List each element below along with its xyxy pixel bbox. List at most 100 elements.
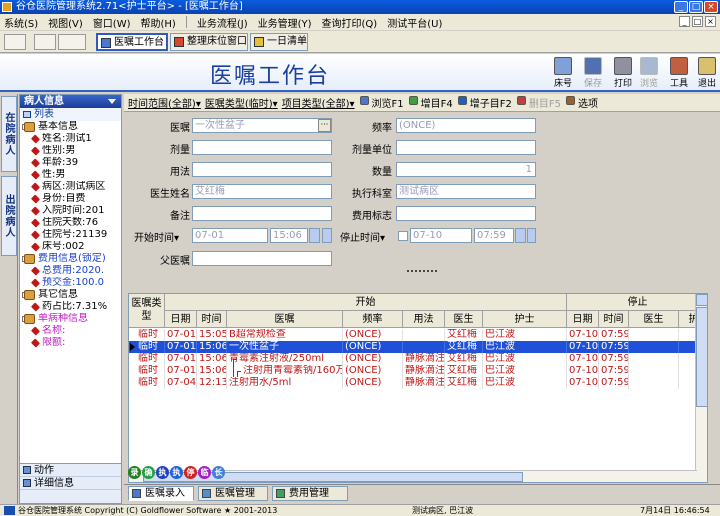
column-header-6[interactable]: 护士 <box>483 311 567 328</box>
add-item-button[interactable]: 增目F4 <box>408 95 453 110</box>
order-lookup-button[interactable]: ··· <box>318 119 331 132</box>
tree-group[interactable]: 费用信息(锁定) <box>20 253 121 265</box>
column-header-5[interactable]: 医生 <box>445 311 483 328</box>
frequency-field[interactable]: (ONCE) <box>396 118 536 133</box>
patient-info-header[interactable]: 病人信息 <box>20 95 121 108</box>
order-field[interactable]: 一次性盆子 <box>192 118 332 133</box>
vtab-0[interactable]: 在院病人 <box>1 96 17 172</box>
tree-leaf[interactable]: 住院天数:76 <box>20 217 121 229</box>
start-time-spinner[interactable] <box>309 228 320 243</box>
column-header-7[interactable]: 日期 <box>567 311 599 328</box>
bottom-tab-2[interactable]: 费用管理 <box>272 486 348 501</box>
menu-item-0[interactable]: 系统(S) <box>4 15 38 30</box>
table-row[interactable]: 临时 07-01 15:05 B超常规检查 (ONCE) 艾红梅 巴江波 07-10 07:59 <box>129 329 707 341</box>
menu-item-6[interactable]: 查询打印(Q) <box>322 15 378 30</box>
table-row[interactable]: 临时 07-04 12:13 注射用水/5ml (ONCE) 静脉滴注 艾红梅 巴江波 07-1… <box>129 377 707 389</box>
mdi-minimize-button[interactable]: _ <box>679 16 690 27</box>
usage-field[interactable] <box>192 162 332 177</box>
exit-button[interactable]: 退出 <box>692 56 720 90</box>
start-date-field[interactable]: 07-01 <box>192 228 268 243</box>
column-header-2[interactable]: 医嘱 <box>227 311 343 328</box>
menu-item-3[interactable]: 帮助(H) <box>141 15 176 30</box>
filter-dropdown-2[interactable]: 项目类型(全部)▾ <box>282 95 355 110</box>
tree-group[interactable]: 其它信息 <box>20 289 121 301</box>
column-header-8[interactable]: 时间 <box>599 311 629 328</box>
delete-item-button[interactable]: 删目F5 <box>516 95 561 110</box>
bottom-tab-0[interactable]: 医嘱录入 <box>128 486 194 501</box>
vtab-1[interactable]: 出院病人 <box>1 176 17 256</box>
note-field[interactable] <box>192 206 332 221</box>
start-time-picker-button[interactable] <box>322 228 332 243</box>
window-tool-button[interactable] <box>34 34 56 50</box>
collapse-arrow-icon[interactable] <box>108 99 116 104</box>
scroll-up-arrow[interactable] <box>696 294 707 306</box>
dose-field[interactable] <box>192 140 332 155</box>
table-row[interactable]: 临时07-0115:06注射用青霉素钠/160万IU(ONCE)静脉滴注艾红梅巴… <box>129 365 707 377</box>
minimize-button[interactable]: _ <box>674 1 688 13</box>
doctor-name-field[interactable]: 艾红梅 <box>192 184 332 199</box>
person-button[interactable]: 床号 <box>548 56 578 90</box>
filter-dropdown-1[interactable]: 医嘱类型(临时)▾ <box>205 95 278 110</box>
user-tool-button[interactable] <box>4 34 26 50</box>
tree-leaf[interactable]: 限额: <box>20 337 121 349</box>
form-grid-splitter[interactable] <box>407 270 437 272</box>
tree-leaf[interactable]: 年龄:39 <box>20 157 121 169</box>
tree-leaf[interactable]: 住院号:21139 <box>20 229 121 241</box>
preview-button[interactable]: 浏览 <box>634 56 664 90</box>
tree-leaf[interactable]: 身份:自费 <box>20 193 121 205</box>
stop-clock-field[interactable]: 07:59 <box>474 228 514 243</box>
fee-flag-field[interactable] <box>396 206 536 221</box>
tree-leaf[interactable]: 病区:测试病区 <box>20 181 121 193</box>
column-header-3[interactable]: 频率 <box>343 311 403 328</box>
tree-leaf[interactable]: 总费用:2020. <box>20 265 121 277</box>
save-button[interactable]: 保存 <box>578 56 608 90</box>
tools-button[interactable]: 工具 <box>664 56 694 90</box>
dose-unit-field[interactable] <box>396 140 536 155</box>
tree-leaf[interactable]: 名称: <box>20 325 121 337</box>
tree-leaf[interactable]: 床号:002 <box>20 241 121 253</box>
close-button[interactable]: × <box>704 1 718 13</box>
options-button[interactable]: 选项 <box>566 95 598 110</box>
tree-leaf[interactable]: 入院时间:201 <box>20 205 121 217</box>
mdi-close-button[interactable]: × <box>705 16 716 27</box>
stop-time-dropdown[interactable]: 停止时间▾ <box>340 229 385 244</box>
bottom-tab-1[interactable]: 医嘱管理 <box>198 486 268 501</box>
quantity-field[interactable]: 1 <box>396 162 536 177</box>
window-tab-0[interactable]: 医嘱工作台 <box>96 33 168 51</box>
column-header-4[interactable]: 用法 <box>403 311 445 328</box>
tree-leaf[interactable]: 性别:男 <box>20 145 121 157</box>
table-row[interactable]: 临时 07-01 15:06 青霉素注射液/250ml (ONCE) 静脉滴注 艾红梅 巴江波… <box>129 353 707 377</box>
menu-item-5[interactable]: 业务管理(Y) <box>258 15 312 30</box>
tree-leaf[interactable]: 性:男 <box>20 169 121 181</box>
list-node[interactable]: 列表 <box>20 108 121 121</box>
start-time-dropdown[interactable]: 开始时间▾ <box>134 229 179 244</box>
window-tab-2[interactable]: 一日清单 <box>250 33 308 51</box>
maximize-button[interactable]: □ <box>689 1 703 13</box>
table-row[interactable]: 临时 07-01 15:06 一次性盆子 (ONCE) 艾红梅 巴江波 07-10 07:59 <box>129 341 707 353</box>
menu-item-4[interactable]: 业务流程(J) <box>197 15 248 30</box>
menu-item-2[interactable]: 窗口(W) <box>93 15 131 30</box>
parent-order-field[interactable] <box>192 251 332 266</box>
mdi-restore-button[interactable]: □ <box>692 16 703 27</box>
footer-1[interactable]: 详细信息 <box>20 477 121 490</box>
layout-tool-button[interactable] <box>58 34 86 50</box>
column-header-type[interactable]: 医嘱类型 <box>129 294 165 328</box>
column-header-9[interactable]: 医生 <box>629 311 679 328</box>
add-subitem-button[interactable]: 增子目F2 <box>457 95 512 110</box>
stop-time-picker-button[interactable] <box>527 228 536 243</box>
browse-button[interactable]: 浏览F1 <box>359 95 404 110</box>
tree-leaf[interactable]: 预交金:100.0 <box>20 277 121 289</box>
vertical-scrollbar[interactable] <box>695 294 707 482</box>
tree-leaf[interactable]: 药占比:7.31% <box>20 301 121 313</box>
stop-time-spinner[interactable] <box>515 228 526 243</box>
menu-item-7[interactable]: 测试平台(U) <box>387 15 442 30</box>
tree-group[interactable]: 单病种信息 <box>20 313 121 325</box>
start-clock-field[interactable]: 15:06 <box>270 228 308 243</box>
column-header-1[interactable]: 时间 <box>197 311 227 328</box>
menu-item-1[interactable]: 视图(V) <box>48 15 83 30</box>
column-header-0[interactable]: 日期 <box>165 311 197 328</box>
scroll-thumb[interactable] <box>696 307 707 407</box>
filter-dropdown-0[interactable]: 时间范围(全部)▾ <box>128 95 201 110</box>
footer-0[interactable]: 动作 <box>20 464 121 477</box>
stop-time-checkbox[interactable] <box>398 231 408 241</box>
